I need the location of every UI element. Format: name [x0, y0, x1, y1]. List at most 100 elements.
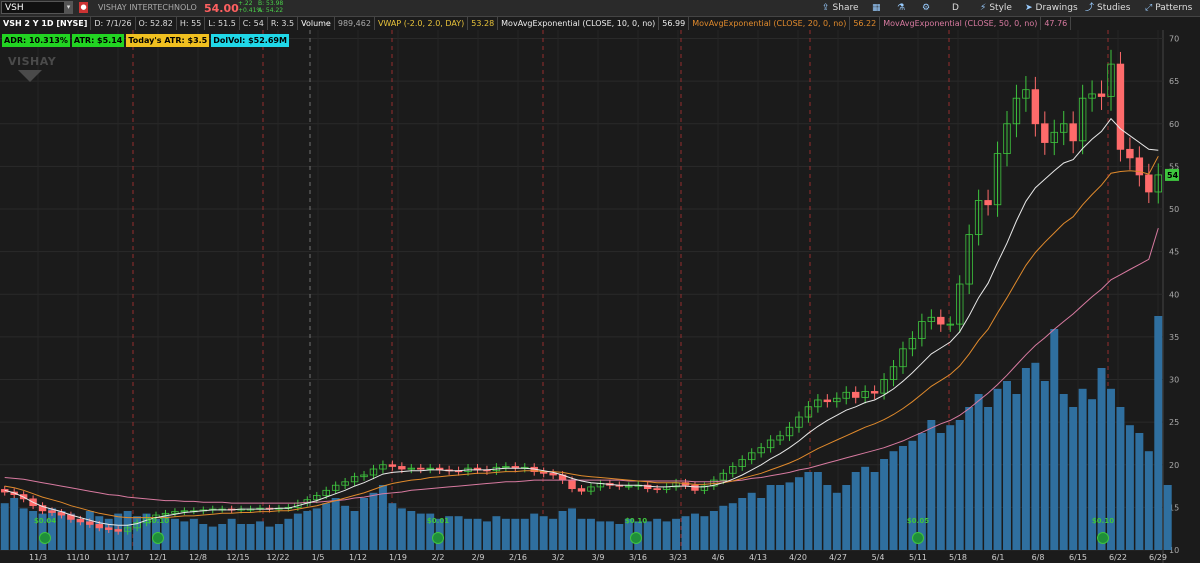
x-tick-label: 4/27 — [829, 553, 847, 562]
volume-bar — [832, 492, 841, 550]
volume-bar — [1040, 381, 1049, 550]
volume-bar — [464, 518, 473, 550]
y-tick-label: 60 — [1169, 120, 1179, 129]
y-tick-label: 40 — [1169, 290, 1179, 299]
candle-body — [870, 391, 879, 394]
studies-icon: ⤴ — [1085, 3, 1095, 13]
legend-close: C: 54 — [240, 17, 268, 30]
grid-icon: ▦ — [872, 3, 881, 13]
volume-bar — [501, 518, 510, 550]
candle-body — [1145, 174, 1153, 193]
candle-body — [1069, 123, 1077, 142]
x-tick-label: 6/22 — [1109, 553, 1127, 562]
dividend-icon — [912, 532, 924, 544]
volume-bar — [804, 472, 813, 550]
patterns-icon: ⤢ — [1145, 3, 1153, 13]
style-icon: ⚡ — [980, 3, 987, 13]
patterns-button[interactable]: ⤢ Patterns — [1145, 1, 1192, 15]
volume-bar — [350, 511, 359, 550]
volume-bar — [208, 526, 217, 550]
volume-bar — [492, 516, 501, 550]
volume-bar — [738, 498, 747, 550]
x-tick-label: 6/1 — [992, 553, 1005, 562]
vwap-label: VWAP (-2.0, 2.0, DAY) — [375, 17, 469, 30]
ask: A: 54.22 — [258, 7, 284, 14]
volume-bar — [388, 503, 397, 550]
volume-bar — [1107, 388, 1115, 550]
style-button[interactable]: ⚡ Style — [980, 1, 1012, 15]
volume-bar — [1050, 329, 1059, 550]
today-atr-label: Today's ATR: $3.5 — [126, 34, 210, 47]
aggregation-button[interactable]: D — [952, 1, 959, 15]
volume-bar — [851, 472, 860, 550]
volume-bar — [360, 498, 368, 550]
x-tick-label: 6/15 — [1069, 553, 1087, 562]
volume-bar — [974, 394, 983, 550]
x-tick-label: 2/9 — [472, 553, 485, 562]
volume-bar — [615, 524, 624, 550]
candle-body — [1031, 89, 1040, 125]
symbol-dropdown-icon[interactable]: ▾ — [64, 2, 73, 13]
candle-body — [48, 510, 56, 513]
volume-bar — [605, 521, 614, 550]
x-tick-label: 5/18 — [949, 553, 967, 562]
share-button[interactable]: ⇪ Share — [822, 1, 859, 15]
volume-bar — [577, 518, 586, 550]
x-tick-label: 12/15 — [226, 553, 249, 562]
flask-button[interactable]: ⚗ — [897, 1, 908, 15]
candle-body — [1116, 63, 1125, 150]
volume-bar — [397, 508, 406, 550]
volume-bar — [322, 503, 331, 550]
x-tick-label: 3/23 — [669, 553, 687, 562]
volume-bar — [870, 472, 879, 550]
volume-bar — [946, 425, 955, 550]
candle-body — [1041, 123, 1049, 143]
volume-bar — [1144, 451, 1153, 550]
x-tick-label: 3/16 — [629, 553, 647, 562]
volume-bar — [936, 433, 945, 550]
x-tick-label: 11/10 — [66, 553, 89, 562]
volume-bar — [341, 505, 350, 550]
ema20-value: 56.22 — [850, 17, 881, 30]
price-chart[interactable]: 1015202530354045505560657011/3 11/10 11/17… — [0, 30, 1200, 563]
volume-bar — [681, 516, 690, 550]
candle-body — [937, 316, 945, 325]
y-tick-label: 30 — [1169, 376, 1179, 385]
dividend-label: $0.04 — [34, 517, 56, 525]
volume-bar — [407, 511, 416, 550]
x-tick-label: 3/9 — [592, 553, 605, 562]
y-tick-label: 50 — [1169, 205, 1179, 214]
vishay-watermark: VISHAY — [8, 55, 57, 68]
candle-body — [417, 467, 425, 470]
drawings-button[interactable]: ➤ Drawings — [1025, 1, 1078, 15]
study-labels: ADR: 10.313% ATR: $5.14 Today's ATR: $3.5 D… — [2, 34, 291, 47]
volume-bar — [690, 513, 699, 550]
volume-bar — [880, 459, 889, 550]
x-tick-label: 2/16 — [509, 553, 527, 562]
legend-open: O: 52.82 — [136, 17, 177, 30]
x-tick-label: 4/13 — [749, 553, 767, 562]
x-tick-label: 2/2 — [432, 553, 445, 562]
x-tick-label: 3/2 — [552, 553, 565, 562]
ema20-label: MovAvgExponential (CLOSE, 20, 0, no) — [689, 17, 851, 30]
studies-button[interactable]: ⤴ Studies — [1085, 1, 1130, 15]
dividend-icon — [630, 532, 642, 544]
aggregation-label: D — [952, 3, 959, 13]
volume-bar — [899, 446, 907, 550]
volume-bar — [653, 518, 662, 550]
x-tick-label: 12/1 — [149, 553, 167, 562]
candle-body — [76, 518, 85, 523]
grid-button[interactable]: ▦ — [872, 1, 884, 15]
symbol-input[interactable]: VSH — [1, 1, 73, 14]
volume-bar — [246, 524, 255, 550]
gear-button[interactable]: ⚙ — [922, 1, 933, 15]
volume-bar — [776, 485, 785, 550]
volume-bar — [672, 518, 681, 550]
ema50-value: 47.76 — [1041, 17, 1072, 30]
x-tick-label: 11/17 — [106, 553, 129, 562]
volume-bar — [842, 485, 851, 550]
candle-body — [568, 479, 576, 490]
dividend-icon — [152, 532, 164, 544]
volume-bar — [19, 508, 28, 550]
alert-badge-icon[interactable]: ● — [79, 2, 88, 13]
